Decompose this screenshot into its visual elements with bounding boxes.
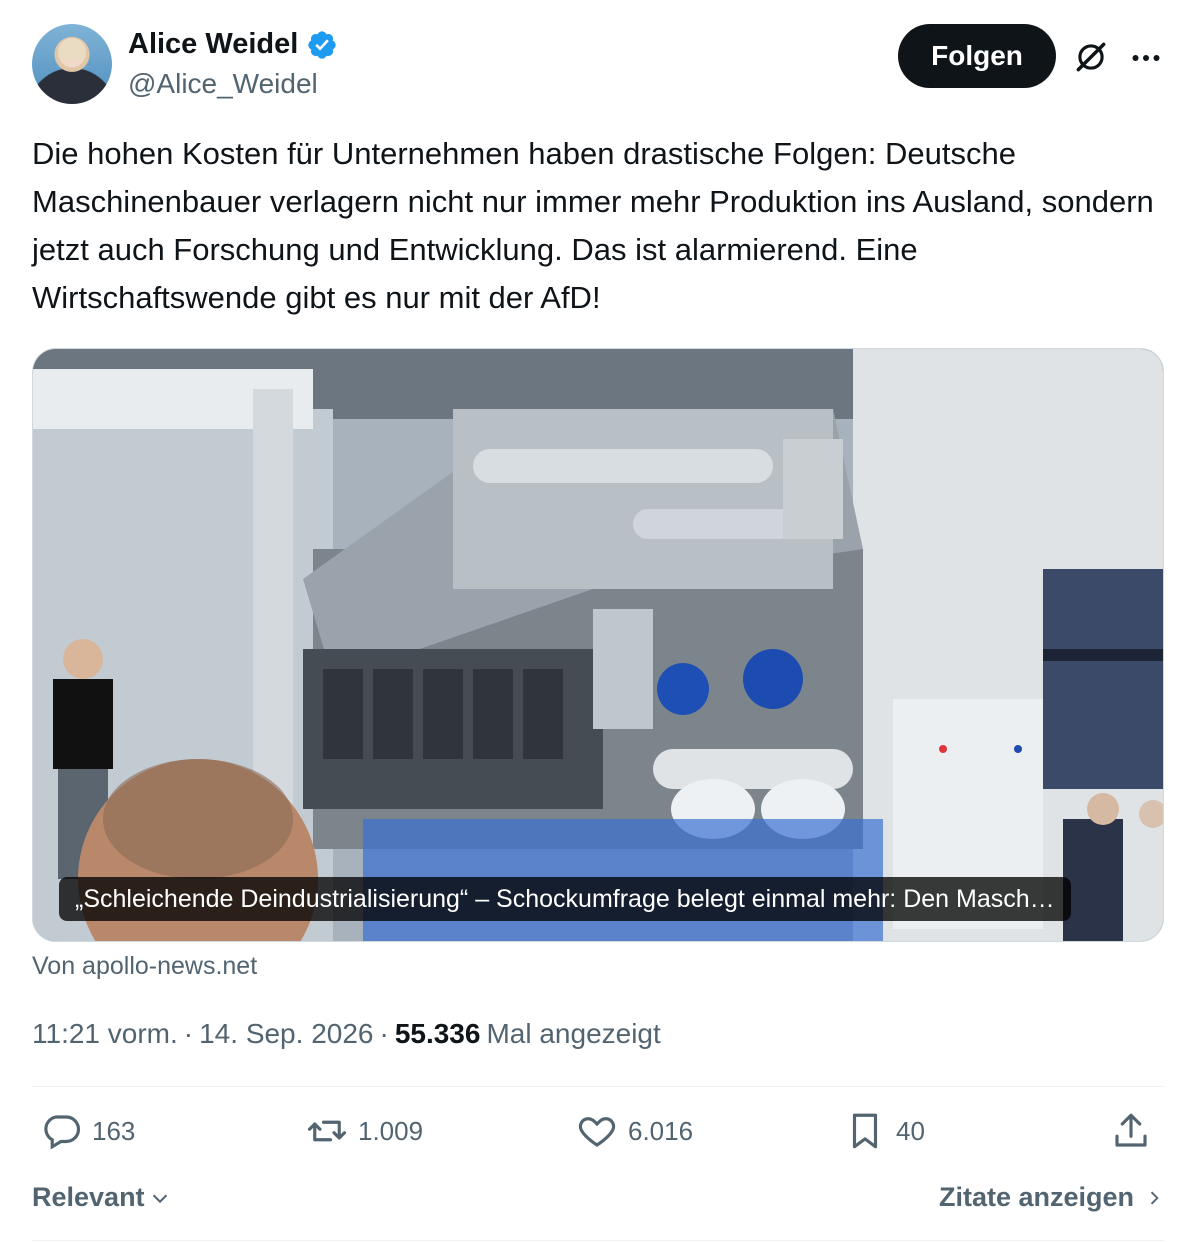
more-icon[interactable] <box>1128 40 1164 76</box>
views-label: Mal angezeigt <box>486 1018 661 1049</box>
grok-icon[interactable] <box>1072 38 1110 76</box>
chevron-right-icon <box>1150 1191 1159 1204</box>
follow-button[interactable]: Folgen <box>898 24 1056 88</box>
divider <box>32 1086 1164 1087</box>
author-avatar[interactable] <box>32 24 112 104</box>
bookmark-button[interactable]: 40 <box>844 1110 925 1152</box>
share-button[interactable] <box>1110 1110 1152 1152</box>
sort-label: Relevant <box>32 1182 145 1212</box>
link-card-image[interactable]: „Schleichende Deindustrialisierung“ – Sc… <box>32 348 1164 942</box>
tweet-date[interactable]: 14. Sep. 2026 <box>199 1018 373 1050</box>
author-name-row: Alice Weidel <box>128 28 338 61</box>
sort-dropdown[interactable]: Relevant <box>32 1182 171 1213</box>
tweet-header: Alice Weidel @Alice_Weidel Folgen <box>32 22 1164 106</box>
quotes-label: Zitate anzeigen <box>938 1182 1134 1212</box>
reply-count: 163 <box>92 1115 136 1146</box>
verified-badge-icon[interactable] <box>306 29 338 61</box>
bookmark-icon <box>852 1113 878 1149</box>
like-count: 6.016 <box>628 1115 694 1146</box>
heart-icon <box>578 1117 616 1147</box>
tweet-text: Die hohen Kosten für Unternehmen haben d… <box>32 136 1154 315</box>
view-quotes-link[interactable]: Zitate anzeigen <box>939 1182 1164 1213</box>
tweet-time[interactable]: 11:21 vorm. <box>32 1018 178 1050</box>
divider <box>32 1240 1164 1241</box>
avatar-hair <box>58 38 86 60</box>
meta-separator: · <box>379 1018 389 1049</box>
reply-button[interactable]: 163 <box>40 1110 135 1152</box>
like-button[interactable]: 6.016 <box>576 1110 693 1152</box>
repost-button[interactable]: 1.009 <box>306 1110 423 1152</box>
reply-icon <box>44 1115 81 1150</box>
views-count: 55.336 <box>394 1018 481 1049</box>
bookmark-count: 40 <box>896 1115 925 1146</box>
author-handle[interactable]: @Alice_Weidel <box>128 68 318 100</box>
factory-engine-illustration <box>33 349 1163 941</box>
repost-count: 1.009 <box>358 1115 424 1146</box>
repost-icon <box>307 1120 347 1142</box>
link-card-caption: „Schleichende Deindustrialisierung“ – Sc… <box>59 877 1071 921</box>
author-name[interactable]: Alice Weidel <box>128 28 298 61</box>
share-icon <box>1115 1113 1147 1147</box>
tweet-meta: 11:21 vorm. · 14. Sep. 2026 · 55.336 Mal… <box>32 1018 661 1050</box>
link-source[interactable]: Von apollo-news.net <box>32 952 257 981</box>
action-bar: 163 1.009 6.016 40 <box>32 1110 1164 1166</box>
meta-separator: · <box>183 1018 194 1049</box>
chevron-down-icon <box>152 1194 167 1203</box>
